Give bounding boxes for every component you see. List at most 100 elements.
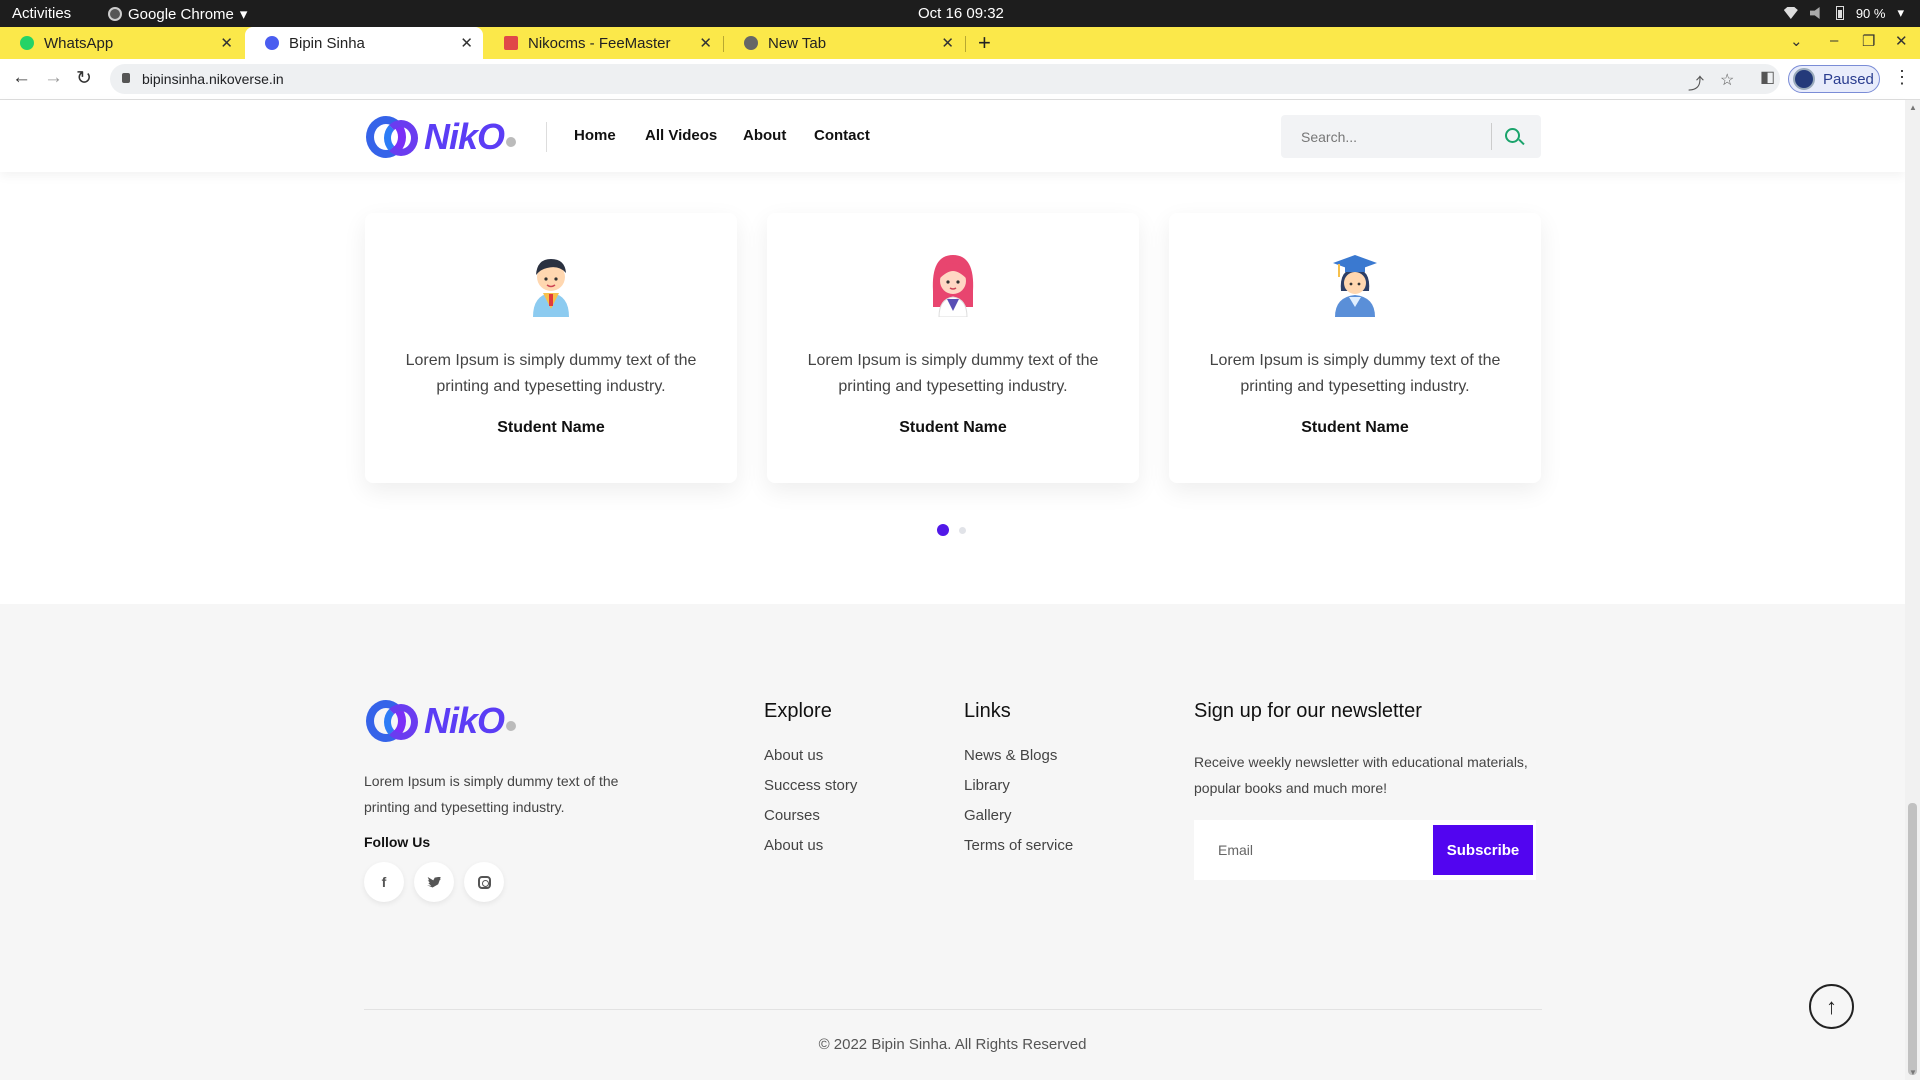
student-name: Student Name: [899, 419, 1007, 436]
kebab-menu-icon[interactable]: ⋮: [1893, 67, 1911, 88]
scroll-down-icon[interactable]: ▼: [1909, 1068, 1917, 1077]
chrome-icon: [108, 7, 122, 21]
restore-icon[interactable]: ❐: [1862, 32, 1875, 50]
logo-mark-icon: [366, 112, 428, 162]
search-box: [1281, 115, 1541, 158]
boy-student-icon: [533, 259, 569, 317]
email-field[interactable]: [1194, 820, 1428, 880]
avatar: [1793, 68, 1815, 90]
student-name: Student Name: [1301, 419, 1409, 436]
tab-separator: [965, 36, 966, 52]
close-icon[interactable]: ✕: [941, 34, 954, 52]
link-news-blogs[interactable]: News & Blogs: [964, 747, 1057, 764]
twitter-icon[interactable]: [414, 862, 454, 902]
carousel-pagination: [937, 524, 966, 536]
link-library[interactable]: Library: [964, 777, 1010, 794]
search-icon[interactable]: [1503, 126, 1525, 148]
newsletter-heading: Sign up for our newsletter: [1194, 700, 1422, 722]
scroll-up-icon[interactable]: ▲: [1909, 103, 1917, 112]
logo-mark-icon: [366, 696, 428, 746]
tab-new-tab[interactable]: New Tab ✕: [724, 27, 964, 59]
minimize-icon[interactable]: –: [1830, 32, 1838, 49]
volume-icon: [1809, 7, 1820, 19]
site-footer: NikO Lorem Ipsum is simply dummy text of…: [0, 604, 1905, 1080]
tab-search-icon[interactable]: ⌄: [1790, 32, 1803, 50]
close-icon[interactable]: ✕: [699, 34, 712, 52]
whatsapp-icon: [20, 36, 34, 50]
tab-title: New Tab: [768, 34, 827, 52]
forward-icon[interactable]: →: [44, 67, 63, 89]
side-panel-icon[interactable]: ◧: [1760, 67, 1775, 87]
copyright-text: © 2022 Bipin Sinha. All Rights Reserved: [818, 1036, 1087, 1053]
profile-button[interactable]: Paused: [1788, 65, 1880, 93]
tab-title: Bipin Sinha: [289, 34, 365, 52]
close-icon[interactable]: ✕: [460, 34, 473, 52]
back-to-top-button[interactable]: ↑: [1809, 984, 1854, 1029]
profile-status: Paused: [1823, 70, 1874, 88]
reload-icon[interactable]: ↻: [76, 67, 92, 90]
address-bar[interactable]: bipinsinha.nikoverse.in ⤴ ☆: [110, 64, 1780, 94]
explore-link-about-us-2[interactable]: About us: [764, 837, 823, 854]
back-icon[interactable]: ←: [12, 67, 31, 89]
browser-toolbar: ← → ↻ bipinsinha.nikoverse.in ⤴ ☆ ◧ Paus…: [0, 59, 1920, 100]
close-window-icon[interactable]: ✕: [1895, 32, 1908, 50]
testimonial-text: Lorem Ipsum is simply dummy text of the …: [405, 352, 697, 395]
testimonial-card: Lorem Ipsum is simply dummy text of the …: [767, 213, 1139, 483]
system-top-bar: Activities Google Chrome ▾ Oct 16 09:32 …: [0, 0, 1920, 27]
newsletter-form: Subscribe: [1194, 820, 1536, 880]
footer-logo[interactable]: NikO: [366, 696, 517, 746]
tab-title: WhatsApp: [44, 34, 114, 52]
niko-favicon-icon: [265, 36, 279, 50]
carousel-dot-1[interactable]: [937, 524, 949, 536]
student-name: Student Name: [497, 419, 605, 436]
link-terms-of-service[interactable]: Terms of service: [964, 837, 1073, 854]
scrollbar-thumb[interactable]: [1908, 803, 1917, 1075]
explore-link-about-us[interactable]: About us: [764, 747, 823, 764]
new-tab-button[interactable]: +: [978, 30, 991, 56]
app-name: Google Chrome: [128, 5, 234, 23]
explore-link-courses[interactable]: Courses: [764, 807, 820, 824]
bookmark-star-icon[interactable]: ☆: [1720, 70, 1734, 90]
feemaster-icon: [504, 36, 518, 50]
arrow-up-icon: ↑: [1826, 993, 1837, 1019]
tab-strip: WhatsApp ✕ Bipin Sinha ✕ Nikocms - FeeMa…: [0, 27, 1920, 59]
site-logo[interactable]: NikO: [366, 112, 517, 162]
link-gallery[interactable]: Gallery: [964, 807, 1012, 824]
logo-text: NikO: [424, 700, 505, 741]
close-icon[interactable]: ✕: [220, 34, 233, 52]
testimonial-card: Lorem Ipsum is simply dummy text of the …: [1169, 213, 1541, 483]
instagram-icon[interactable]: [464, 862, 504, 902]
lock-icon[interactable]: [122, 73, 130, 83]
tab-whatsapp[interactable]: WhatsApp ✕: [0, 27, 243, 59]
facebook-icon[interactable]: f: [364, 862, 404, 902]
chrome-icon: [744, 36, 758, 50]
share-icon[interactable]: ⤴: [1688, 70, 1704, 94]
site-header: NikO Home All Videos About Contact: [0, 100, 1905, 172]
subscribe-button[interactable]: Subscribe: [1433, 825, 1533, 875]
caret-down-icon: ▾: [239, 6, 248, 23]
testimonial-text: Lorem Ipsum is simply dummy text of the …: [1209, 352, 1501, 395]
nav-about[interactable]: About: [743, 127, 786, 144]
clock[interactable]: Oct 16 09:32: [918, 5, 1004, 22]
nav-home[interactable]: Home: [574, 127, 616, 144]
carousel-dot-2[interactable]: [959, 526, 966, 534]
girl-student-icon: [932, 255, 974, 317]
system-tray[interactable]: 90 % ▾: [1783, 5, 1904, 21]
header-divider: [546, 122, 547, 152]
battery-icon: [1835, 6, 1844, 20]
explore-link-success-story[interactable]: Success story: [764, 777, 857, 794]
search-input[interactable]: [1281, 115, 1491, 158]
activities-button[interactable]: Activities: [12, 5, 71, 22]
footer-description: Lorem Ipsum is simply dummy text of the …: [364, 773, 619, 815]
graduate-student-icon: [1333, 255, 1377, 317]
nav-all-videos[interactable]: All Videos: [645, 127, 717, 144]
caret-down-icon: ▾: [1897, 5, 1904, 20]
tab-nikocms-feemaster[interactable]: Nikocms - FeeMaster ✕: [484, 27, 722, 59]
url-text[interactable]: bipinsinha.nikoverse.in: [142, 71, 284, 87]
tab-bipin-sinha[interactable]: Bipin Sinha ✕: [245, 27, 483, 59]
explore-heading: Explore: [764, 700, 832, 722]
battery-level: 90 %: [1855, 5, 1886, 21]
testimonial-text: Lorem Ipsum is simply dummy text of the …: [807, 352, 1099, 395]
nav-contact[interactable]: Contact: [814, 127, 870, 144]
app-menu[interactable]: Google Chrome ▾: [108, 5, 247, 23]
